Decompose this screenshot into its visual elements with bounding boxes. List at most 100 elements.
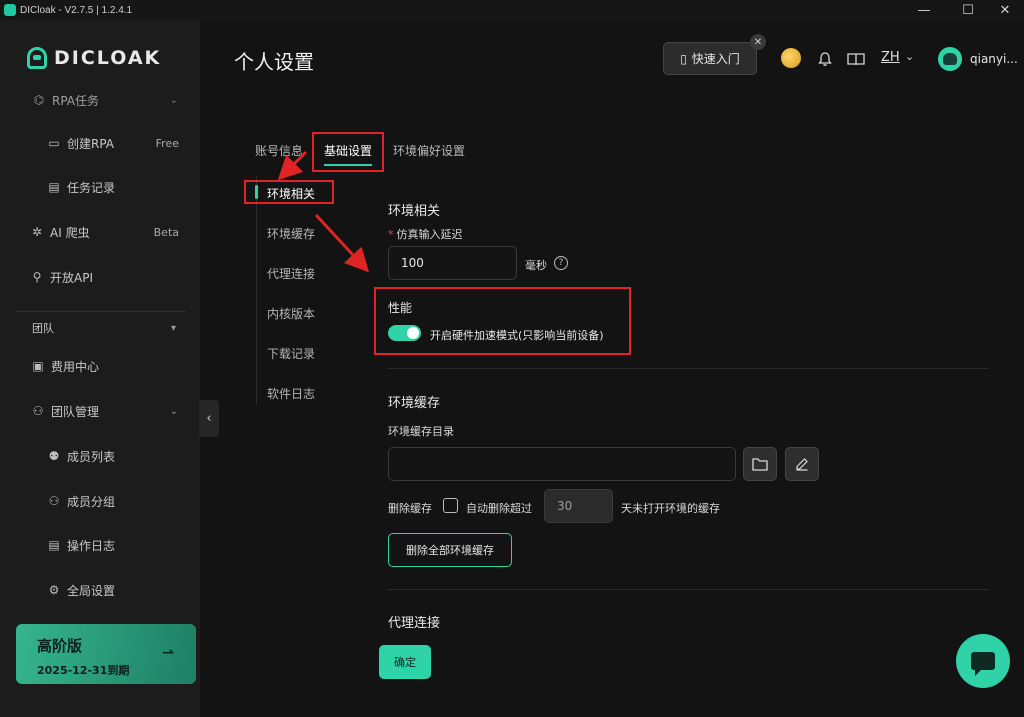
- window-titlebar: DICloak - V2.7.5 | 1.2.4.1 — ☐ ✕: [0, 0, 1024, 20]
- cache-dir-label: 环境缓存目录: [388, 425, 454, 438]
- sidebar-item-label: AI 爬虫: [50, 225, 90, 240]
- ai-crawler-icon: ✲: [31, 225, 43, 239]
- api-icon: ⚲: [32, 270, 42, 284]
- sidebar-item-member-list[interactable]: ⚉ 成员列表: [0, 441, 200, 471]
- sidebar-item-label: 操作日志: [67, 538, 116, 553]
- annotation-box-env-related: [244, 180, 334, 204]
- plan-name: 高阶版: [37, 637, 83, 655]
- sidebar-item-task-records[interactable]: ▤ 任务记录: [0, 172, 200, 202]
- chevron-down-icon: ⌄: [169, 405, 178, 417]
- language-selector[interactable]: ZH: [881, 50, 900, 65]
- sidebar-section-label: 团队: [32, 322, 54, 335]
- avatar[interactable]: [938, 47, 962, 71]
- task-record-icon: ▤: [48, 180, 60, 194]
- sidebar-section-team[interactable]: 团队 ▾: [0, 313, 200, 343]
- collapse-sidebar-button[interactable]: ‹: [199, 400, 219, 437]
- delay-unit: 毫秒: [525, 259, 547, 272]
- edit-path-button[interactable]: [785, 447, 819, 481]
- sidebar-item-team-management[interactable]: ⚇ 团队管理 ⌄: [0, 396, 200, 426]
- cache-dir-field[interactable]: [388, 447, 736, 481]
- proxy-section-title: 代理连接: [388, 616, 441, 631]
- subnav-env-cache[interactable]: 环境缓存: [267, 225, 315, 242]
- beta-badge: Beta: [153, 225, 179, 239]
- member-list-icon: ⚉: [48, 449, 60, 463]
- billing-icon: ▣: [32, 359, 44, 373]
- subnav-download-records[interactable]: 下载记录: [267, 345, 315, 362]
- sidebar-item-label: 全局设置: [67, 583, 116, 598]
- dicloak-logo-icon: [27, 47, 47, 69]
- free-badge: Free: [155, 136, 179, 150]
- sidebar-item-label: RPA任务: [52, 93, 100, 108]
- chevron-down-icon: ⌄: [169, 94, 178, 106]
- auto-delete-label: 自动删除超过: [466, 502, 532, 515]
- chat-icon: [971, 652, 995, 676]
- create-rpa-icon: ▭: [48, 136, 60, 150]
- env-section-title: 环境相关: [388, 204, 441, 219]
- arrow-right-icon: ⇀: [162, 645, 174, 661]
- sidebar-divider: [16, 311, 186, 312]
- input-delay-label: * 仿真输入延迟: [388, 226, 463, 242]
- username[interactable]: qianyi...: [970, 52, 1018, 66]
- operation-log-icon: ▤: [48, 538, 60, 552]
- close-quickstart-icon[interactable]: ✕: [750, 34, 766, 50]
- annotation-box-performance: [374, 287, 631, 355]
- chat-support-button[interactable]: [956, 634, 1010, 688]
- caret-down-icon: ▾: [170, 322, 176, 334]
- subnav-kernel-version[interactable]: 内核版本: [267, 305, 315, 322]
- auto-delete-checkbox[interactable]: [443, 498, 458, 513]
- sidebar-item-label: 团队管理: [51, 404, 100, 419]
- sidebar-item-open-api[interactable]: ⚲ 开放API: [0, 262, 200, 292]
- cache-section-title: 环境缓存: [388, 396, 441, 411]
- docs-book-icon[interactable]: [845, 48, 867, 70]
- bell-icon[interactable]: [814, 48, 836, 70]
- help-icon[interactable]: ?: [554, 256, 568, 270]
- maximize-button[interactable]: ☐: [948, 0, 988, 20]
- sidebar: DICLOAK ⌬ RPA任务 ⌄ ▭ 创建RPA Free ▤ 任务记录 ✲ …: [0, 20, 200, 717]
- quickstart-button[interactable]: ▯ 快速入门: [663, 42, 757, 75]
- folder-icon: [752, 458, 768, 471]
- book-icon: ▯: [680, 51, 687, 66]
- subnav-software-logs[interactable]: 软件日志: [267, 385, 315, 402]
- global-settings-icon: ⚙: [48, 583, 60, 597]
- annotation-box-basic-settings: [312, 132, 384, 172]
- team-icon: ⚇: [32, 404, 44, 418]
- member-group-icon: ⚇: [48, 494, 60, 508]
- chevron-down-icon[interactable]: ⌄: [905, 50, 914, 63]
- subnav-track: [256, 175, 257, 405]
- close-window-button[interactable]: ✕: [985, 0, 1024, 20]
- cache-days-field[interactable]: 30: [544, 489, 613, 523]
- sidebar-item-global-settings[interactable]: ⚙ 全局设置: [0, 575, 200, 605]
- delete-cache-label: 删除缓存: [388, 502, 432, 515]
- sidebar-item-label: 创建RPA: [67, 136, 115, 151]
- window-title: DICloak - V2.7.5 | 1.2.4.1: [20, 4, 133, 16]
- input-delay-label-text: 仿真输入延迟: [396, 228, 463, 241]
- sidebar-item-ai-crawler[interactable]: ✲ AI 爬虫 Beta: [0, 217, 200, 247]
- sidebar-item-label: 任务记录: [67, 180, 116, 195]
- plan-expiry: 2025-12-31到期: [37, 664, 130, 677]
- sidebar-item-label: 成员分组: [67, 494, 116, 509]
- sidebar-item-label: 开放API: [50, 270, 93, 285]
- sidebar-item-rpa-tasks[interactable]: ⌬ RPA任务 ⌄: [0, 85, 200, 115]
- plan-card[interactable]: 高阶版 2025-12-31到期 ⇀: [16, 624, 196, 684]
- required-mark: *: [388, 228, 394, 241]
- sidebar-item-member-groups[interactable]: ⚇ 成员分组: [0, 486, 200, 516]
- section-divider: [388, 589, 988, 590]
- brand-logo[interactable]: DICLOAK: [27, 47, 161, 69]
- minimize-button[interactable]: —: [904, 0, 944, 20]
- coin-icon[interactable]: [781, 48, 801, 68]
- tab-env-preferences[interactable]: 环境偏好设置: [393, 142, 465, 159]
- folder-browse-button[interactable]: [743, 447, 777, 481]
- pencil-icon: [796, 458, 808, 471]
- sidebar-item-label: 成员列表: [67, 449, 116, 464]
- input-delay-field[interactable]: 100: [388, 246, 517, 280]
- sidebar-item-operation-logs[interactable]: ▤ 操作日志: [0, 530, 200, 560]
- subnav-proxy[interactable]: 代理连接: [267, 265, 315, 282]
- sidebar-item-create-rpa[interactable]: ▭ 创建RPA Free: [0, 128, 200, 158]
- app-icon: [4, 4, 16, 16]
- quickstart-label: 快速入门: [691, 52, 740, 66]
- clear-all-cache-button[interactable]: 删除全部环境缓存: [388, 533, 512, 567]
- tab-account-info[interactable]: 账号信息: [255, 142, 303, 159]
- robot-icon: ⌬: [33, 93, 45, 107]
- confirm-button[interactable]: 确定: [379, 645, 431, 679]
- sidebar-item-billing[interactable]: ▣ 费用中心: [0, 351, 200, 381]
